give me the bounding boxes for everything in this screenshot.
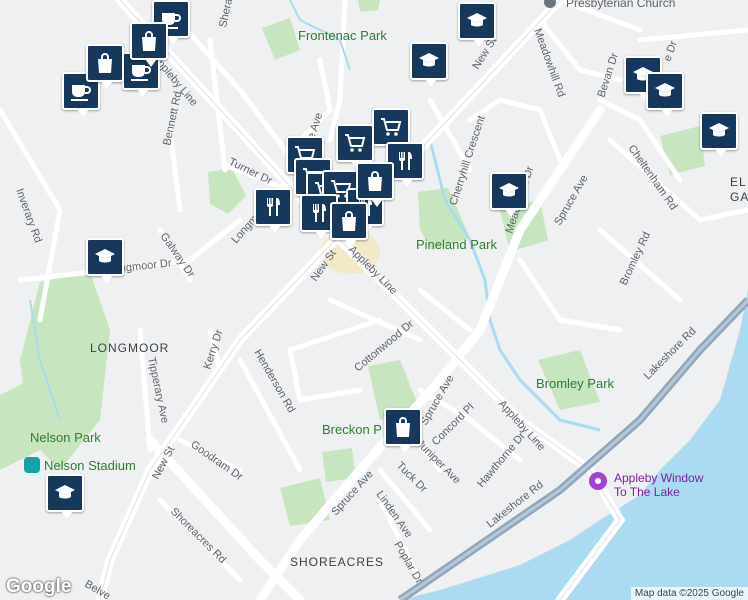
shopping-bag-icon — [98, 53, 112, 73]
shopping-bag-icon — [142, 31, 156, 51]
fork-knife-icon — [399, 152, 412, 170]
school-marker[interactable] — [490, 172, 528, 217]
map-canvas[interactable]: LONGMOOR SHOREACRES EL GA Frontenac Park… — [0, 0, 748, 600]
park-label-nelson-stadium: Nelson Stadium — [44, 458, 136, 473]
grocery-marker[interactable] — [336, 124, 374, 169]
google-logo: Google — [6, 576, 72, 597]
shopping-bag-icon — [368, 171, 382, 191]
map-attribution[interactable]: Map data ©2025 Google — [630, 587, 748, 600]
graduation-cap-icon — [55, 485, 75, 499]
poi-label-church: Presbyterian Church — [566, 0, 675, 10]
park-label-frontenac: Frontenac Park — [298, 28, 387, 43]
graduation-cap-icon — [419, 53, 439, 67]
shopping-marker[interactable] — [356, 162, 394, 207]
area-label-el: EL — [730, 175, 747, 189]
park-label-breckon: Breckon P — [322, 422, 382, 437]
restaurant-marker[interactable] — [254, 188, 292, 233]
graduation-cap-icon — [499, 183, 519, 197]
coffee-cup-icon — [71, 85, 91, 101]
school-marker[interactable] — [46, 474, 84, 519]
fork-knife-icon — [267, 198, 280, 216]
school-marker[interactable] — [86, 238, 124, 283]
graduation-cap-icon — [467, 13, 487, 27]
school-marker[interactable] — [646, 72, 684, 117]
graduation-cap-icon — [95, 249, 115, 263]
shopping-cart-icon — [381, 118, 402, 136]
school-marker[interactable] — [410, 42, 448, 87]
graduation-cap-icon — [655, 83, 675, 97]
poi-label-appleby-window-2: To The Lake — [614, 485, 680, 499]
park-label-pineland: Pineland Park — [416, 237, 497, 252]
shopping-marker[interactable] — [384, 408, 422, 453]
shopping-marker[interactable] — [130, 22, 168, 67]
shopping-cart-icon — [345, 134, 366, 152]
school-marker[interactable] — [700, 112, 738, 157]
stadium-icon — [24, 457, 40, 473]
area-label-ga: GA — [730, 190, 748, 204]
shopping-bag-icon — [396, 417, 410, 437]
school-marker[interactable] — [458, 2, 496, 47]
shopping-bag-icon — [342, 211, 356, 231]
shopping-marker[interactable] — [86, 44, 124, 89]
shopping-marker[interactable] — [330, 202, 368, 247]
grocery-marker[interactable] — [372, 108, 410, 153]
area-label-longmoor: LONGMOOR — [90, 341, 169, 355]
fork-knife-icon — [313, 204, 326, 222]
graduation-cap-icon — [709, 123, 729, 137]
area-label-shoreacres: SHOREACRES — [290, 555, 384, 569]
park-label-bromley: Bromley Park — [536, 376, 615, 391]
poi-label-appleby-window-1: Appleby Window — [614, 471, 704, 485]
park-label-nelson: Nelson Park — [30, 430, 101, 445]
